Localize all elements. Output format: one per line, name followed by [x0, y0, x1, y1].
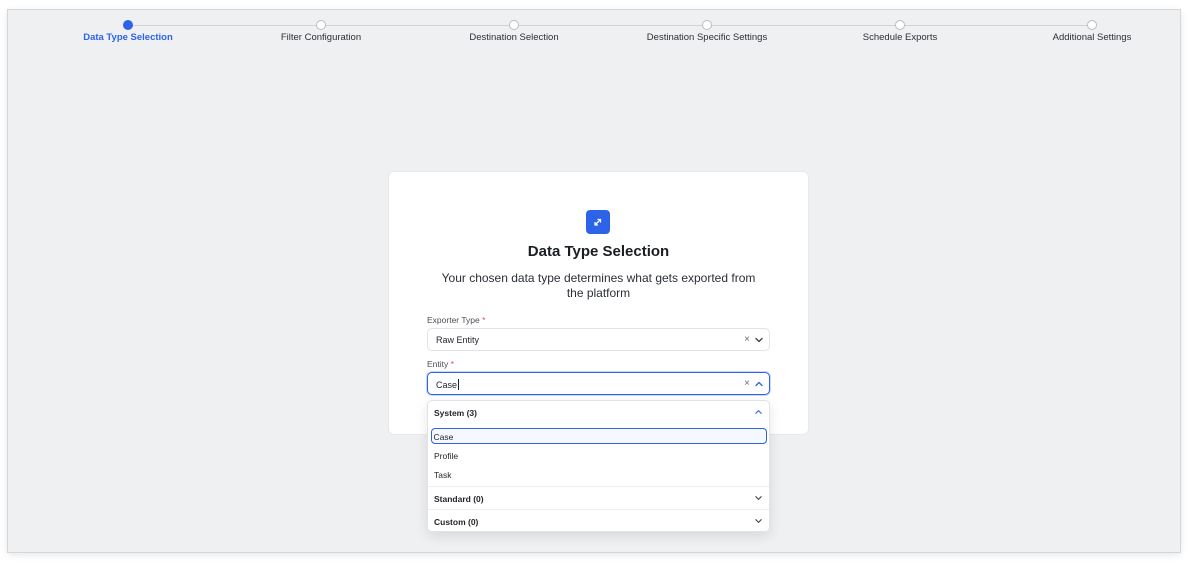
step-dot [316, 20, 326, 30]
option-task[interactable]: Task [431, 466, 767, 482]
option-label: Case [433, 431, 454, 442]
chevron-up-icon [755, 410, 762, 414]
chevron-down-icon [755, 496, 762, 500]
option-profile[interactable]: Profile [431, 447, 767, 463]
group-label: Standard (0) [434, 494, 484, 504]
group-header-standard[interactable]: Standard (0) [428, 487, 769, 509]
card-description: Your chosen data type determines what ge… [441, 271, 756, 300]
group-header-system[interactable]: System (3) [428, 401, 769, 423]
entity-select[interactable]: Case × [427, 372, 770, 395]
step-dot-active [123, 20, 133, 30]
entity-search-input[interactable]: Case [436, 379, 460, 390]
step-label: Data Type Selection [83, 32, 173, 43]
chevron-up-icon[interactable] [754, 380, 764, 388]
clear-icon[interactable]: × [744, 378, 750, 389]
step-dot [509, 20, 519, 30]
entity-dropdown-menu: System (3) Case Profile Task Standard (0… [427, 400, 770, 532]
data-type-selection-card: Data Type Selection Your chosen data typ… [389, 172, 808, 434]
entity-label-text: Entity [427, 359, 449, 369]
option-case[interactable]: Case [431, 428, 767, 444]
required-mark: * [450, 359, 454, 369]
entity-label: Entity * [427, 359, 454, 369]
exporter-type-label: Exporter Type * [427, 315, 485, 325]
step-label: Additional Settings [1052, 32, 1132, 43]
step-dot [1087, 20, 1097, 30]
step-label: Destination Selection [469, 32, 559, 43]
entity-value: Case [436, 380, 458, 390]
step-label: Schedule Exports [862, 32, 938, 43]
exporter-type-value: Raw Entity [436, 335, 480, 345]
clear-icon[interactable]: × [744, 334, 750, 345]
chevron-down-icon [755, 519, 762, 523]
required-mark: * [482, 315, 486, 325]
exporter-type-select[interactable]: Raw Entity × [427, 328, 770, 351]
stepper-track [128, 25, 1092, 26]
step-dot [702, 20, 712, 30]
card-title: Data Type Selection [527, 243, 670, 260]
step-label: Filter Configuration [280, 32, 362, 43]
step-dot [895, 20, 905, 30]
step-label: Destination Specific Settings [646, 32, 768, 43]
app-window: Data Type Selection Filter Configuration… [8, 10, 1180, 552]
option-label: Task [434, 470, 452, 480]
group-label: Custom (0) [434, 517, 479, 527]
group-label: System (3) [434, 408, 477, 418]
option-label: Profile [434, 451, 459, 461]
group-header-custom[interactable]: Custom (0) [428, 510, 769, 532]
exporter-type-label-text: Exporter Type [427, 315, 480, 325]
arrows-exchange-icon [586, 210, 610, 234]
text-caret [458, 379, 460, 390]
chevron-down-icon[interactable] [754, 336, 764, 344]
progress-stepper: Data Type Selection Filter Configuration… [8, 10, 1180, 50]
